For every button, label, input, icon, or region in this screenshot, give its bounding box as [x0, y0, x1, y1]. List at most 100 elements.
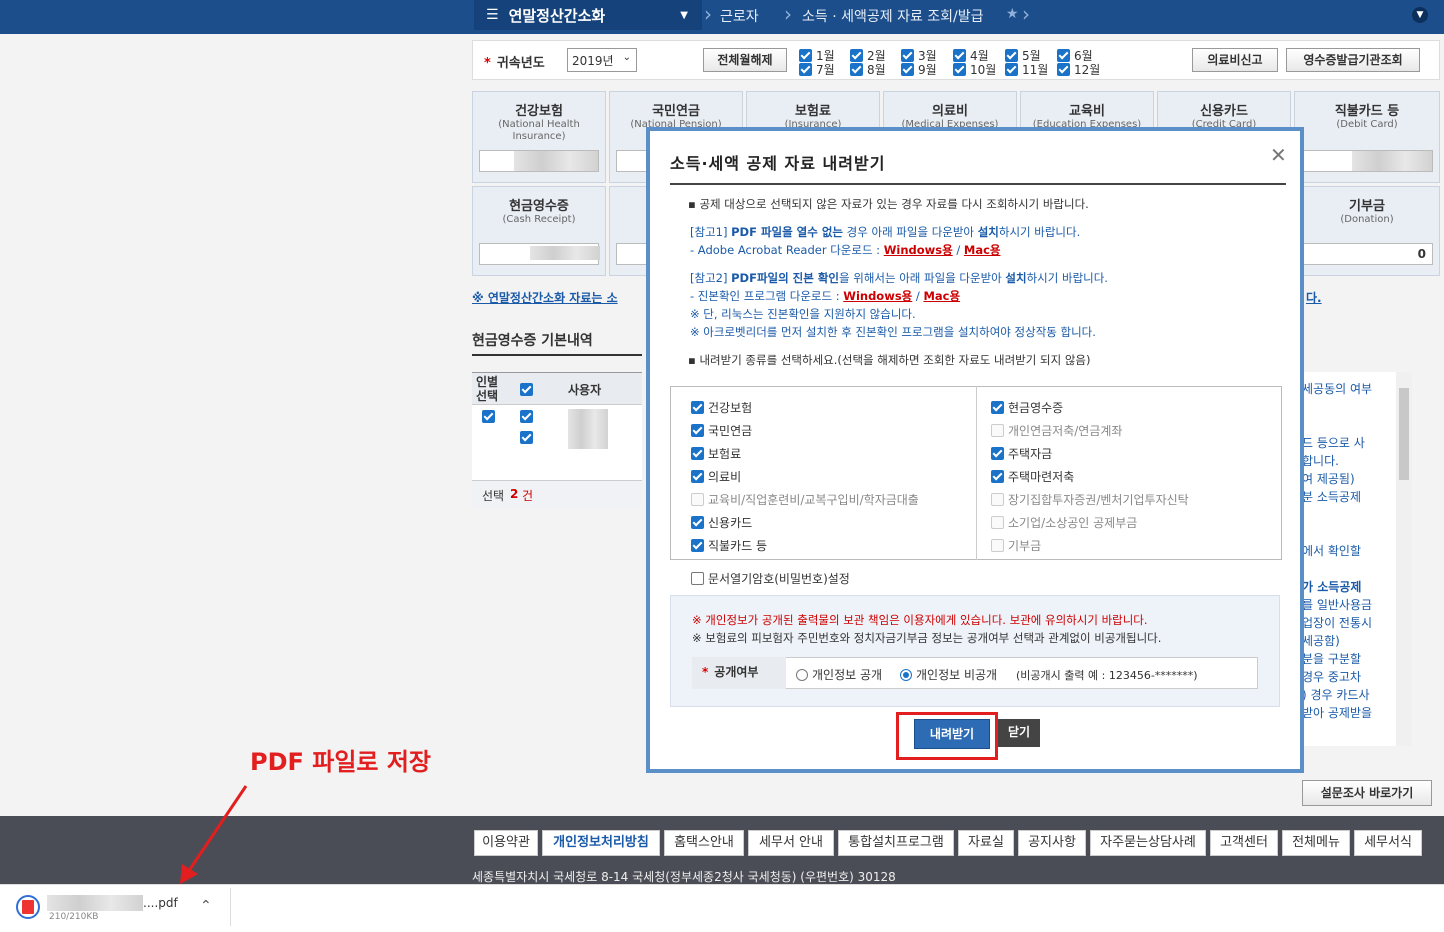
- info-text: 받아 공제받을: [1302, 706, 1373, 720]
- footer-link-taxoffice[interactable]: 세무서 안내: [748, 830, 834, 856]
- footer-link-support[interactable]: 고객센터: [1210, 830, 1278, 856]
- table-footer: 선택 2 건: [472, 480, 642, 508]
- browser-download-bar: [0, 884, 1444, 932]
- breadcrumb-separator-icon: ›: [1022, 2, 1030, 26]
- col-user-header: 사용자: [568, 383, 602, 397]
- chevron-down-icon: ⌄: [622, 52, 631, 63]
- download-size: 210/210KB: [49, 912, 99, 922]
- public-label: * 공개여부: [692, 657, 786, 689]
- download-filename[interactable]: ....pdf: [143, 896, 178, 910]
- month-10-checkbox[interactable]: 10월: [953, 61, 996, 78]
- private-example: (비공개시 출력 예 : 123456-*******): [1016, 669, 1198, 682]
- month-8-checkbox[interactable]: 8월: [850, 61, 886, 78]
- category-cash-receipt[interactable]: 현금영수증 (Cash Receipt): [472, 186, 606, 276]
- dl-donation-checkbox[interactable]: 기부금: [991, 537, 1041, 554]
- toggle-all-months-button[interactable]: 전체월해제: [703, 48, 787, 72]
- footer-link-forms[interactable]: 세무서식: [1354, 830, 1422, 856]
- acrobat-windows-link[interactable]: Windows용: [884, 243, 953, 257]
- footer-link-hometax[interactable]: 홈택스안내: [664, 830, 744, 856]
- table-header: 인별 선택 사용자: [472, 373, 642, 405]
- dl-small-business-checkbox[interactable]: 소기업/소상공인 공제부금: [991, 514, 1137, 531]
- reference-2-download: - 진본확인 프로그램 다운로드 : Windows용 / Mac용: [690, 289, 961, 303]
- person-select-checkbox[interactable]: [482, 410, 495, 423]
- dl-pension-checkbox[interactable]: 국민연금: [691, 422, 752, 439]
- info-text: 세공동의 여부: [1302, 382, 1373, 396]
- radio-public[interactable]: 개인정보 공개: [796, 666, 882, 683]
- caret-down-icon: ▼: [680, 9, 688, 21]
- category-donation[interactable]: 기부금 (Donation) 0: [1294, 186, 1440, 276]
- survey-button[interactable]: 설문조사 바로가기: [1302, 780, 1432, 806]
- footer-link-privacy[interactable]: 개인정보처리방침: [542, 830, 660, 856]
- menu-dropdown-button[interactable]: ☰ 연말정산간소화 ▼: [474, 0, 702, 30]
- close-icon[interactable]: ✕: [1270, 143, 1287, 167]
- footer-link-install[interactable]: 통합설치프로그램: [838, 830, 954, 856]
- download-button[interactable]: 내려받기: [914, 719, 990, 749]
- footer-link-faq[interactable]: 자주묻는상담사례: [1090, 830, 1206, 856]
- info-text: ) 경우 카드사: [1302, 688, 1370, 702]
- category-debit-card[interactable]: 직불카드 등 (Debit Card): [1294, 91, 1440, 183]
- pdf-file-icon[interactable]: [16, 895, 40, 919]
- month-9-checkbox[interactable]: 9월: [901, 61, 937, 78]
- breadcrumb-separator-icon: ›: [784, 2, 792, 26]
- dl-housing-fund-checkbox[interactable]: 주택자금: [991, 445, 1052, 462]
- month-12-checkbox[interactable]: 12월: [1057, 61, 1100, 78]
- month-11-checkbox[interactable]: 11월: [1005, 61, 1048, 78]
- info-text: 가 소득공제: [1302, 580, 1362, 594]
- dl-medical-checkbox[interactable]: 의료비: [691, 468, 741, 485]
- row-checkbox[interactable]: [520, 410, 533, 423]
- info-scrollbar[interactable]: [1396, 372, 1412, 746]
- footer-link-archive[interactable]: 자료실: [958, 830, 1014, 856]
- password-checkbox[interactable]: 문서열기암호(비밀번호)설정: [691, 570, 850, 587]
- dl-credit-card-checkbox[interactable]: 신용카드: [691, 514, 752, 531]
- selected-label: 선택: [482, 489, 505, 503]
- dl-housing-savings-checkbox[interactable]: 주택마련저축: [991, 468, 1074, 485]
- redacted-user: [568, 409, 608, 449]
- footer-link-terms[interactable]: 이용약관: [474, 830, 538, 856]
- chevron-up-icon[interactable]: ⌃: [200, 898, 212, 914]
- dl-investment-checkbox[interactable]: 장기집합투자증권/벤처기업투자신탁: [991, 491, 1189, 508]
- notice-link[interactable]: ※ 연말정산간소화 자료는 소: [472, 289, 618, 306]
- annotation-label: PDF 파일로 저장: [250, 748, 432, 776]
- info-text: 합니다.: [1302, 454, 1339, 468]
- medical-report-button[interactable]: 의료비신고: [1192, 48, 1278, 72]
- reference-1-download: - Adobe Acrobat Reader 다운로드 : Windows용 /…: [690, 243, 1001, 257]
- breadcrumb-worker[interactable]: 근로자: [720, 6, 759, 26]
- radio-private[interactable]: 개인정보 비공개: [900, 666, 997, 683]
- category-health-insurance[interactable]: 건강보험 (National Health Insurance): [472, 91, 606, 183]
- redacted-filename: [47, 895, 143, 911]
- reference-1: [참고1] PDF 파일을 열수 없는 경우 아래 파일을 다운받아 설치하시기…: [690, 225, 1081, 239]
- select-all-checkbox[interactable]: [520, 383, 533, 396]
- verifier-mac-link[interactable]: Mac용: [923, 289, 960, 303]
- dl-insurance-checkbox[interactable]: 보험료: [691, 445, 741, 462]
- month-7-checkbox[interactable]: 7월: [799, 61, 835, 78]
- notice-link-tail[interactable]: 다.: [1306, 289, 1322, 306]
- verifier-windows-link[interactable]: Windows용: [843, 289, 912, 303]
- privacy-note: ※ 보험료의 피보험자 주민번호와 정치자금기부금 정보는 공개여부 선택과 관…: [692, 631, 1162, 645]
- receipt-agency-button[interactable]: 영수증발급기관조회: [1286, 48, 1420, 72]
- acrobat-mac-link[interactable]: Mac용: [964, 243, 1001, 257]
- col-select-header: 인별 선택: [476, 375, 499, 403]
- dl-debit-card-checkbox[interactable]: 직불카드 등: [691, 537, 767, 554]
- info-text: 업장이 전통시: [1302, 616, 1373, 630]
- info-text: 에서 확인할: [1302, 544, 1362, 558]
- breadcrumb-current[interactable]: 소득 · 세액공제 자료 조회/발급: [802, 6, 984, 26]
- favorite-star-icon[interactable]: ★: [1006, 6, 1019, 22]
- info-text: 드 등으로 사: [1302, 436, 1365, 450]
- dl-pension-savings-checkbox[interactable]: 개인연금저축/연금계좌: [991, 422, 1122, 439]
- year-label: * 귀속년도: [484, 56, 545, 71]
- expand-chevron-icon[interactable]: ▼: [1412, 7, 1428, 23]
- footer-link-notice[interactable]: 공지사항: [1018, 830, 1086, 856]
- dl-cash-receipt-checkbox[interactable]: 현금영수증: [991, 399, 1063, 416]
- dl-health-insurance-checkbox[interactable]: 건강보험: [691, 399, 752, 416]
- selected-count: 2: [510, 487, 519, 501]
- footer-link-allmenu[interactable]: 전체메뉴: [1282, 830, 1350, 856]
- row-checkbox[interactable]: [520, 431, 533, 444]
- info-text: 여 제공됨): [1302, 472, 1355, 486]
- year-select[interactable]: 2019년 ⌄: [567, 48, 637, 72]
- linux-note: ※ 단, 리눅스는 진본확인을 지원하지 않습니다.: [690, 307, 916, 321]
- dl-education-checkbox[interactable]: 교육비/직업훈련비/교복구입비/학자금대출: [691, 491, 919, 508]
- download-type-divider: [976, 386, 977, 560]
- acrobat-note: ※ 아크로벳리더를 먼저 설치한 후 진본확인 프로그램을 설치하여야 정상작동…: [690, 325, 1096, 339]
- selected-unit: 건: [522, 489, 534, 503]
- close-button[interactable]: 닫기: [998, 719, 1040, 747]
